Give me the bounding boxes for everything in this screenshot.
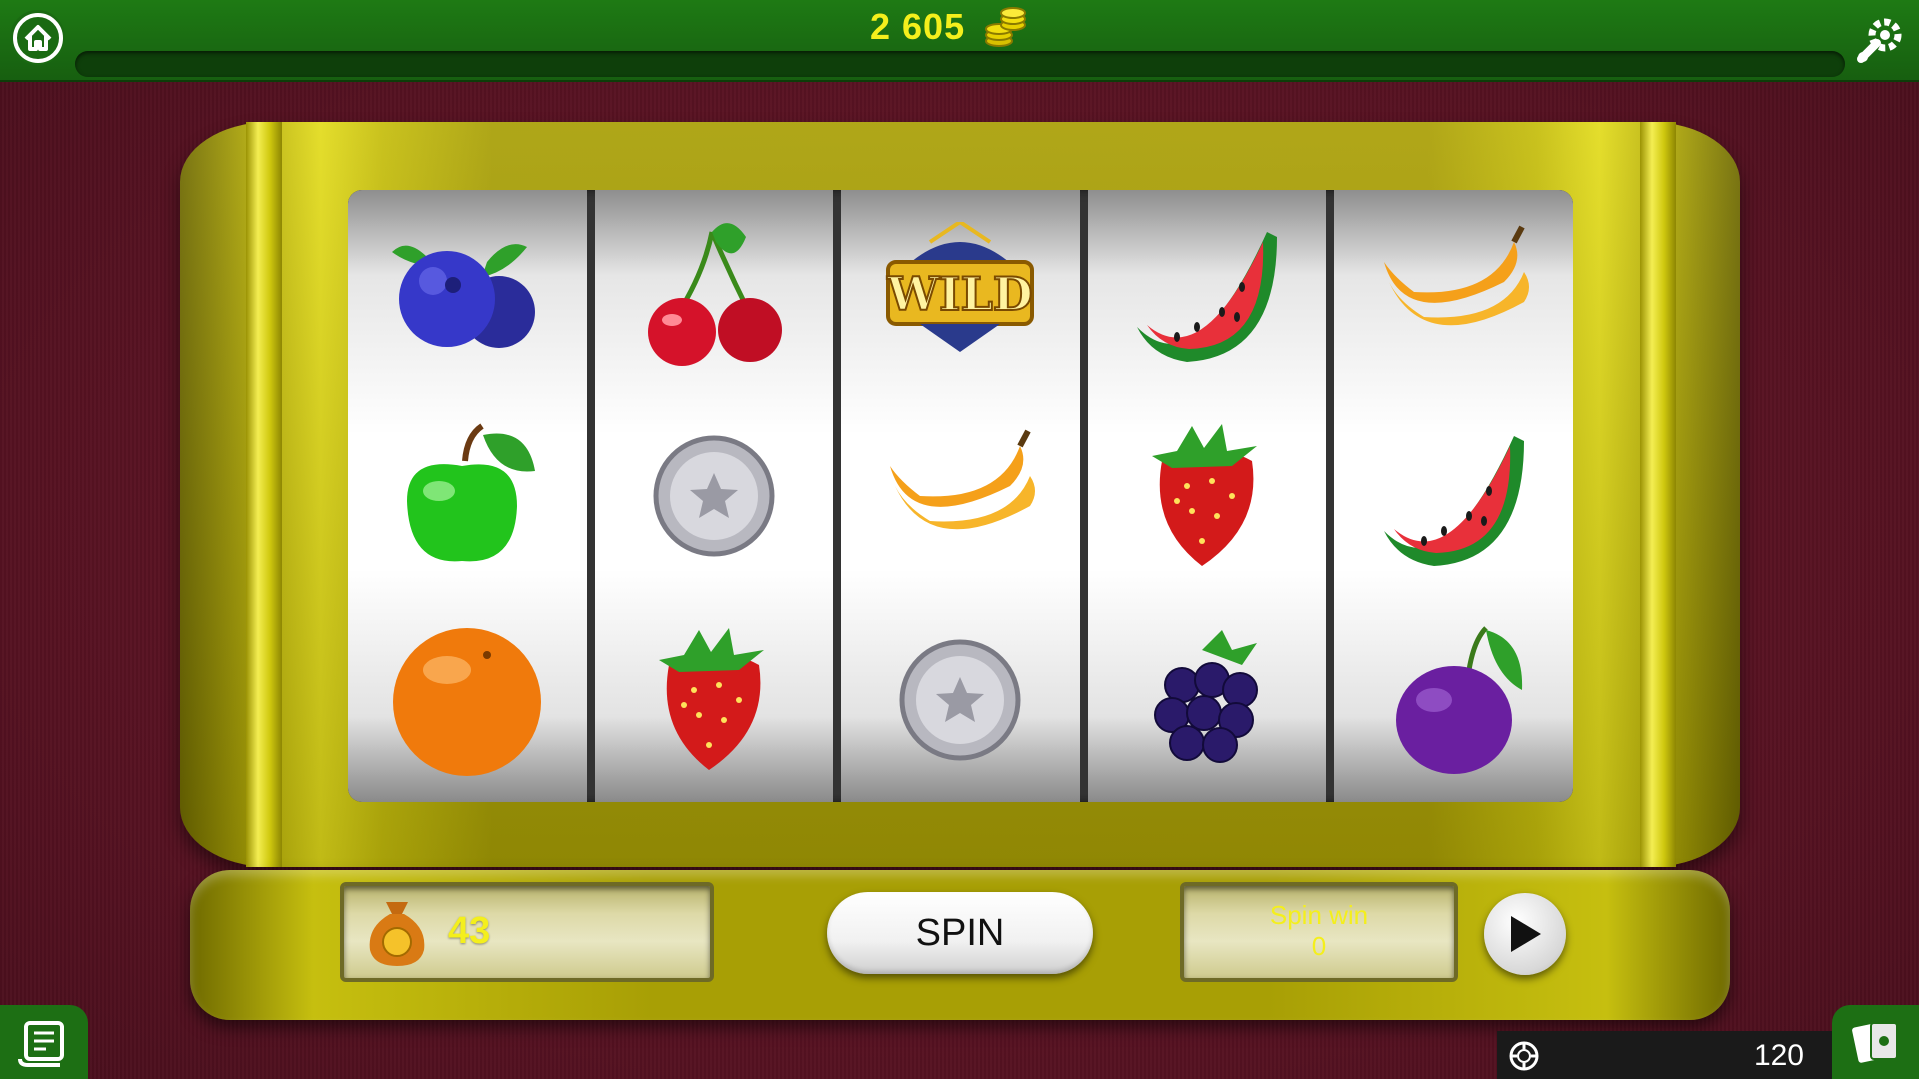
- strawberry-icon: [1152, 424, 1258, 566]
- balance-display: 2 605: [870, 2, 1027, 52]
- banana-icon: [890, 429, 1036, 530]
- play-icon: [1511, 916, 1541, 952]
- reel-4: [1087, 190, 1327, 802]
- silver-star-coin-icon: [899, 639, 1021, 761]
- wrench-gear-icon: [1857, 18, 1902, 63]
- scroll-icon: [18, 1021, 64, 1067]
- top-bar: 2 605: [0, 0, 1919, 82]
- settings-button[interactable]: [1852, 10, 1910, 68]
- home-icon: [12, 12, 63, 63]
- progress-track: [75, 51, 1845, 77]
- money-bag-icon: [369, 902, 425, 966]
- coin-stack-icon: [985, 7, 1027, 47]
- blueberry-icon: [392, 244, 536, 348]
- reel-5: [1334, 190, 1573, 802]
- right-rail: [1640, 122, 1676, 867]
- strawberry-symbol-2: [1122, 411, 1292, 581]
- chip-counter: 120: [1497, 1031, 1832, 1079]
- cherry-symbol: [629, 207, 799, 377]
- blackberry-icon: [1154, 630, 1259, 763]
- plum-symbol: [1369, 615, 1539, 785]
- blueberry-symbol: [382, 207, 552, 377]
- wild-icon: WILD: [886, 222, 1035, 352]
- counter-value: 120: [1753, 1039, 1804, 1072]
- spin-win-value: 0: [1311, 931, 1327, 961]
- wild-label: WILD: [887, 267, 1033, 321]
- silver-star-coin-icon: [653, 435, 775, 557]
- orange-icon: [393, 628, 542, 776]
- banana-symbol-2: [1369, 207, 1539, 377]
- strawberry-icon: [658, 628, 764, 770]
- left-rail: [246, 122, 282, 867]
- blackberry-symbol: [1122, 615, 1292, 785]
- watermelon-symbol-2: [1369, 411, 1539, 581]
- cherry-icon: [647, 223, 782, 366]
- reel-2: [594, 190, 834, 802]
- spin-win-label: Spin win: [1269, 900, 1369, 930]
- watermelon-icon: [1137, 232, 1278, 362]
- reel-1: [348, 190, 587, 802]
- wild-symbol: WILD: [875, 207, 1045, 377]
- spin-win-panel: Spin win 0: [1180, 882, 1458, 982]
- history-button[interactable]: [0, 1005, 88, 1079]
- autoplay-button[interactable]: [1484, 893, 1566, 975]
- spin-button[interactable]: SPIN: [827, 892, 1093, 974]
- orange-symbol: [382, 615, 552, 785]
- reel-window: WILD: [348, 190, 1573, 802]
- silver-coin-symbol: [629, 411, 799, 581]
- silver-coin-symbol-2: [875, 615, 1045, 785]
- banana-icon: [1383, 225, 1529, 326]
- plum-icon: [1395, 626, 1522, 774]
- cards-icon: [1851, 1022, 1898, 1063]
- green-apple-symbol: [382, 411, 552, 581]
- reel-3: WILD: [841, 190, 1080, 802]
- chip-icon: [1509, 1041, 1539, 1071]
- home-button[interactable]: [10, 10, 65, 65]
- banana-symbol: [875, 411, 1045, 581]
- green-apple-icon: [407, 423, 536, 562]
- balance-value: 2 605: [870, 6, 966, 47]
- bet-panel: 43: [340, 882, 714, 982]
- bet-value: 43: [448, 910, 491, 952]
- watermelon-icon: [1383, 436, 1524, 566]
- cards-button[interactable]: [1832, 1005, 1919, 1079]
- strawberry-symbol: [629, 615, 799, 785]
- watermelon-symbol: [1122, 207, 1292, 377]
